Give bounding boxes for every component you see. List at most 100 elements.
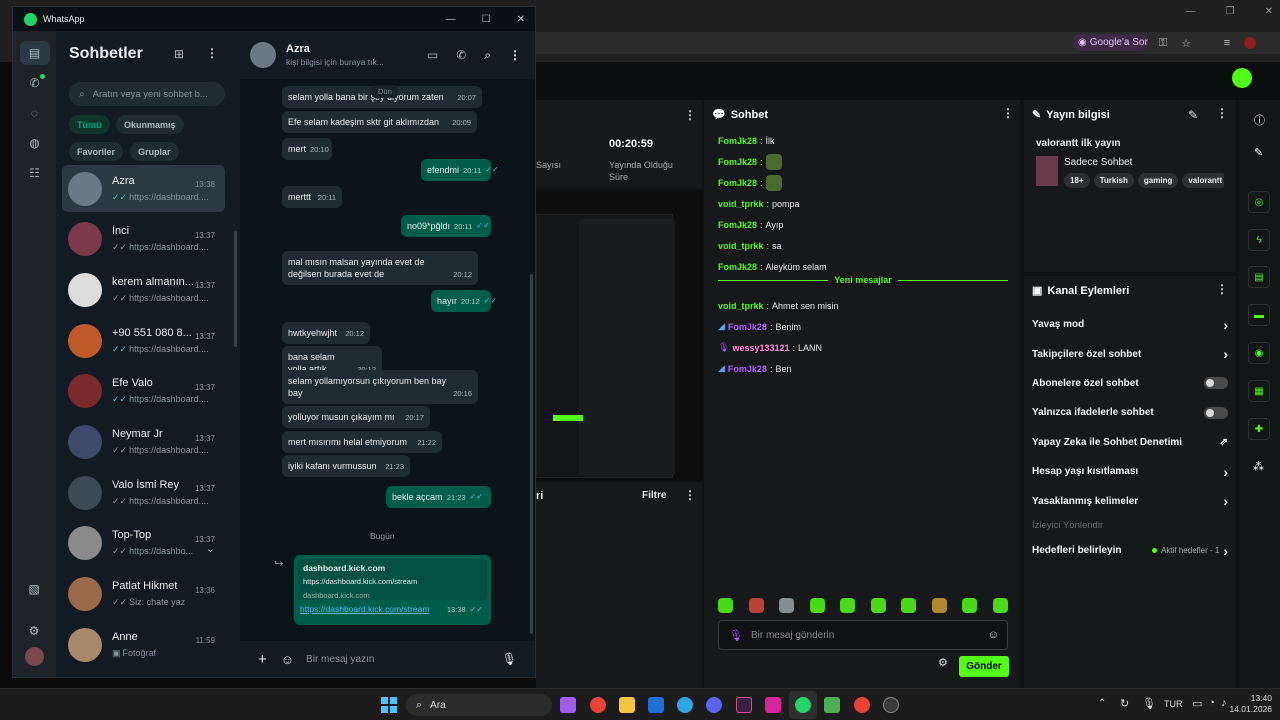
mic-icon[interactable]: 🎙	[729, 629, 743, 642]
focus-icon[interactable]: ◎	[1248, 191, 1270, 213]
more-icon[interactable]: ⋮	[684, 488, 696, 502]
stream-tag[interactable]: gaming	[1137, 173, 1179, 188]
incoming-message[interactable]: mert mısırımı helal etmiyorum 21:22	[282, 431, 442, 454]
outgoing-message[interactable]: bekle açcam 21:23 ✓✓	[386, 486, 491, 509]
taskbar-search[interactable]: ⌕ Ara	[406, 694, 552, 716]
chat-list-item[interactable]: Neymar Jr ✓✓ https://dashboard.... 13:37	[62, 419, 225, 466]
chat-list-item[interactable]: Valo İsmi Rey ✓✓ https://dashboard.... 13:3…	[62, 469, 225, 516]
emote-icon[interactable]	[962, 598, 978, 613]
key-icon[interactable]: ⚿	[1156, 36, 1170, 50]
instagram-icon[interactable]	[765, 697, 781, 713]
forward-icon[interactable]: ↪	[274, 557, 283, 570]
microphone-icon[interactable]: 🎙	[1142, 697, 1156, 710]
chrome-icon[interactable]	[590, 697, 606, 713]
chat-username[interactable]: FomJk28	[718, 178, 757, 188]
search-input[interactable]: ⌕ Aratın veya yeni sohbet b...	[69, 82, 225, 106]
emoji-icon[interactable]: ☺	[988, 629, 999, 641]
sticker-icon[interactable]: ☺	[281, 652, 294, 667]
external-link-icon[interactable]: ⇗	[1220, 437, 1228, 448]
chat-list-item[interactable]: Azra ✓✓ https://dashboard.... 13:38	[62, 165, 225, 212]
close-icon[interactable]: ✕	[517, 14, 525, 25]
goals-row[interactable]: Hedefleri belirleyin Aktif hedefler - 1 …	[1024, 536, 1236, 565]
channel-action-row[interactable]: Yavaş mod ›	[1024, 310, 1236, 339]
stream-tag[interactable]: Turkish	[1093, 173, 1134, 188]
chat-username[interactable]: void_tprkk	[718, 301, 764, 311]
copilot-icon[interactable]	[560, 697, 576, 713]
edit-icon[interactable]: ✎	[1188, 108, 1198, 122]
stream-tag[interactable]: valorantt	[1182, 173, 1224, 188]
incoming-message[interactable]: mal mısın malsan yayında evet de değilse…	[282, 251, 478, 286]
emote-icon[interactable]	[718, 598, 733, 613]
minimize-icon[interactable]: —	[446, 14, 456, 25]
stream-tag[interactable]: 18+	[1064, 173, 1090, 188]
outgoing-message[interactable]: no09*pğldı 20:11 ✓✓	[401, 215, 491, 238]
contact-avatar[interactable]	[250, 42, 276, 68]
outlook-icon[interactable]	[648, 697, 664, 713]
maximize-icon[interactable]: ☐	[482, 14, 491, 25]
filter-chip[interactable]: Tümü	[69, 115, 110, 134]
contact-name[interactable]: Azra	[286, 43, 384, 55]
media-icon[interactable]: ▧	[19, 577, 49, 601]
minecraft-icon[interactable]	[824, 697, 840, 713]
incoming-message[interactable]: selam yollamıyorsun çıkıyorum ben bay ba…	[282, 370, 478, 405]
info-icon[interactable]: ⓘ	[1254, 112, 1265, 128]
layout-icon[interactable]: ▦	[1248, 380, 1270, 402]
emote-icon[interactable]	[870, 598, 886, 613]
video-call-icon[interactable]: ▭	[427, 48, 438, 62]
scrollbar[interactable]	[530, 274, 533, 634]
emote-icon[interactable]	[809, 598, 825, 613]
incoming-message[interactable]: yolluyor musun çıkayım mı 20:17	[282, 406, 430, 429]
chat-username[interactable]: void_tprkk	[718, 241, 764, 251]
chevron-down-icon[interactable]: ⌄	[206, 542, 215, 555]
chat-username[interactable]: FomJk28	[728, 322, 767, 332]
nodes-icon[interactable]: ⁂	[1253, 460, 1264, 473]
chat-username[interactable]: FomJk28	[728, 364, 767, 374]
outgoing-message[interactable]: efendmi 20:11 ✓✓	[421, 159, 499, 182]
chat-list-item[interactable]: Top-Top ✓✓ https://dashbo... 13:37 ⌄	[62, 520, 225, 567]
emote-icon[interactable]	[779, 598, 795, 613]
note-icon[interactable]: ▤	[1248, 266, 1270, 288]
chat-input[interactable]: 🎙 Bir mesaj gönderin ☺	[718, 620, 1008, 650]
outgoing-message[interactable]: hayır 20:12 ✓✓	[431, 290, 497, 313]
channel-action-row[interactable]: Yapay Zeka ile Sohbet Denetimi ⇗	[1024, 428, 1236, 457]
more-icon[interactable]: ⋮	[206, 46, 218, 60]
toggle-switch[interactable]	[1204, 377, 1228, 390]
toggle-switch[interactable]	[1204, 406, 1228, 419]
channel-action-row[interactable]: Takipçilere özel sohbet ›	[1024, 339, 1236, 368]
more-icon[interactable]: ⋮	[1216, 106, 1228, 120]
channel-action-row[interactable]: Abonelere özel sohbet	[1024, 369, 1236, 398]
whatsapp-icon[interactable]	[795, 697, 811, 713]
attach-icon[interactable]: +	[258, 651, 267, 668]
microphone-icon[interactable]: 🎙	[502, 652, 517, 666]
pen-icon[interactable]: ✎	[1254, 146, 1263, 159]
chat-list-item[interactable]: +90 551 080 8... ✓✓ https://dashboard.... 1…	[62, 317, 225, 364]
chat-list-item[interactable]: İnci ✓✓ https://dashboard.... 13:37	[62, 216, 225, 263]
send-button[interactable]: Gönder	[959, 656, 1009, 677]
app-icon[interactable]	[736, 697, 752, 713]
start-icon[interactable]	[381, 697, 397, 713]
more-icon[interactable]: ⋮	[684, 108, 696, 122]
broadcast-icon[interactable]: ◉	[1248, 342, 1270, 364]
message-link[interactable]: https://dashboard.kick.com/stream	[300, 604, 429, 615]
status-icon[interactable]: ◌	[20, 101, 50, 125]
bolt-icon[interactable]: ϟ	[1248, 229, 1270, 251]
link-preview-message[interactable]: dashboard.kick.com https://dashboard.kic…	[294, 555, 491, 625]
incoming-message[interactable]: iyiki kafanı vurmussun 21:23	[282, 455, 410, 478]
incoming-message[interactable]: hwtkyehwjht 20:12	[282, 322, 370, 345]
menu-icon[interactable]: ≡	[1220, 36, 1234, 50]
star-icon[interactable]: ☆	[1179, 36, 1193, 50]
channel-action-row[interactable]: Yasaklanmış kelimeler ›	[1024, 486, 1236, 515]
incoming-message[interactable]: Efe selam kadeşim sktr git aklımızdan 20:…	[282, 111, 477, 134]
channel-action-row[interactable]: Yalnızca ifadelerle sohbet	[1024, 398, 1236, 427]
incoming-message[interactable]: merttt 20:11	[282, 186, 342, 209]
more-icon[interactable]: ⋮	[509, 48, 521, 62]
calls-icon[interactable]: ✆	[20, 71, 50, 95]
contact-subtitle[interactable]: kişi bilgisi için buraya tık...	[286, 57, 384, 67]
filter-chip[interactable]: Gruplar	[130, 142, 179, 161]
emote-icon[interactable]	[931, 598, 947, 613]
chat-username[interactable]: FomJk28	[718, 157, 757, 167]
close-icon[interactable]: ✕	[1265, 6, 1273, 20]
chat-list-item[interactable]: Anne ▣ Fotoğraf 11:59	[62, 621, 225, 668]
emote-icon[interactable]	[992, 598, 1008, 613]
chat-icon[interactable]: ▬	[1248, 304, 1270, 326]
